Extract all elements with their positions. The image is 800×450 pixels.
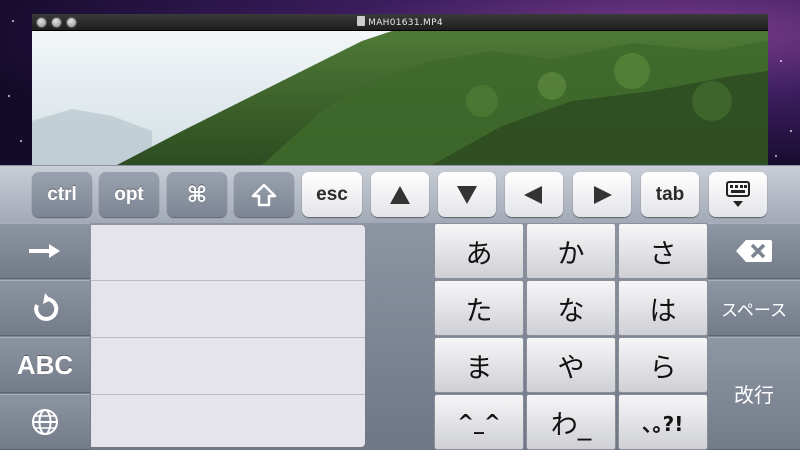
left-arrow-icon bbox=[524, 185, 542, 204]
delete-key[interactable] bbox=[708, 223, 800, 279]
candidate-divider bbox=[91, 280, 365, 281]
kana-key-ra[interactable]: ら bbox=[618, 337, 708, 393]
right-arrow-key[interactable] bbox=[573, 172, 631, 217]
globe-icon bbox=[32, 409, 58, 435]
punctuation-key[interactable]: ､｡?! bbox=[618, 394, 708, 450]
forest-mountain-image bbox=[32, 31, 768, 165]
right-function-column: スペース 改行 bbox=[708, 223, 800, 450]
tab-key[interactable]: tab bbox=[641, 172, 699, 217]
hide-keyboard-icon bbox=[726, 180, 750, 207]
up-arrow-key[interactable] bbox=[371, 172, 429, 217]
candidate-divider bbox=[91, 337, 365, 338]
right-arrow-icon bbox=[594, 185, 612, 204]
kana-key-a[interactable]: あ bbox=[434, 223, 524, 279]
up-arrow-icon bbox=[390, 185, 410, 204]
video-frame[interactable] bbox=[32, 31, 768, 165]
hide-keyboard-key[interactable] bbox=[709, 172, 767, 217]
cursor-move-key[interactable] bbox=[0, 223, 90, 279]
candidate-list[interactable] bbox=[91, 225, 365, 447]
right-arrow-icon bbox=[29, 244, 60, 258]
kana-key-na[interactable]: な bbox=[526, 280, 616, 336]
kana-key-sa[interactable]: さ bbox=[618, 223, 708, 279]
kana-key-ma[interactable]: ま bbox=[434, 337, 524, 393]
down-arrow-icon bbox=[457, 185, 477, 204]
window-titlebar[interactable]: MAH01631.MP4 bbox=[32, 14, 768, 31]
kana-key-ha[interactable]: は bbox=[618, 280, 708, 336]
undo-icon bbox=[34, 293, 59, 321]
keyboard-toolbar: ctrl opt ⌘ esc tab bbox=[0, 165, 800, 223]
abc-mode-key[interactable]: ABC bbox=[0, 337, 90, 393]
candidate-divider bbox=[91, 394, 365, 395]
opt-key[interactable]: opt bbox=[99, 172, 159, 217]
shift-arrow-icon bbox=[251, 183, 277, 206]
abc-label: ABC bbox=[16, 349, 74, 380]
command-key[interactable]: ⌘ bbox=[167, 172, 227, 217]
video-file-icon bbox=[357, 16, 366, 26]
shift-key[interactable] bbox=[234, 172, 294, 217]
enter-key[interactable]: 改行 bbox=[708, 337, 800, 450]
window-title: MAH01631.MP4 bbox=[32, 16, 768, 28]
undo-key[interactable] bbox=[0, 280, 90, 336]
kana-key-ka[interactable]: か bbox=[526, 223, 616, 279]
down-arrow-key[interactable] bbox=[438, 172, 496, 217]
emoticon-key[interactable]: ^_^ bbox=[434, 394, 524, 450]
left-function-column: ABC bbox=[0, 223, 90, 450]
ctrl-key[interactable]: ctrl bbox=[32, 172, 92, 217]
video-player-window[interactable]: MAH01631.MP4 bbox=[32, 14, 768, 165]
globe-key[interactable] bbox=[0, 394, 90, 450]
kana-key-wa[interactable]: わ_ bbox=[526, 394, 616, 450]
kana-key-ta[interactable]: た bbox=[434, 280, 524, 336]
left-arrow-key[interactable] bbox=[505, 172, 563, 217]
esc-key[interactable]: esc bbox=[302, 172, 362, 217]
kana-keypad: あ か さ た な は ま や ら ^_^ わ_ ､｡?! bbox=[434, 223, 708, 450]
space-key[interactable]: スペース bbox=[708, 280, 800, 336]
delete-backspace-icon bbox=[736, 240, 772, 262]
kana-key-ya[interactable]: や bbox=[526, 337, 616, 393]
